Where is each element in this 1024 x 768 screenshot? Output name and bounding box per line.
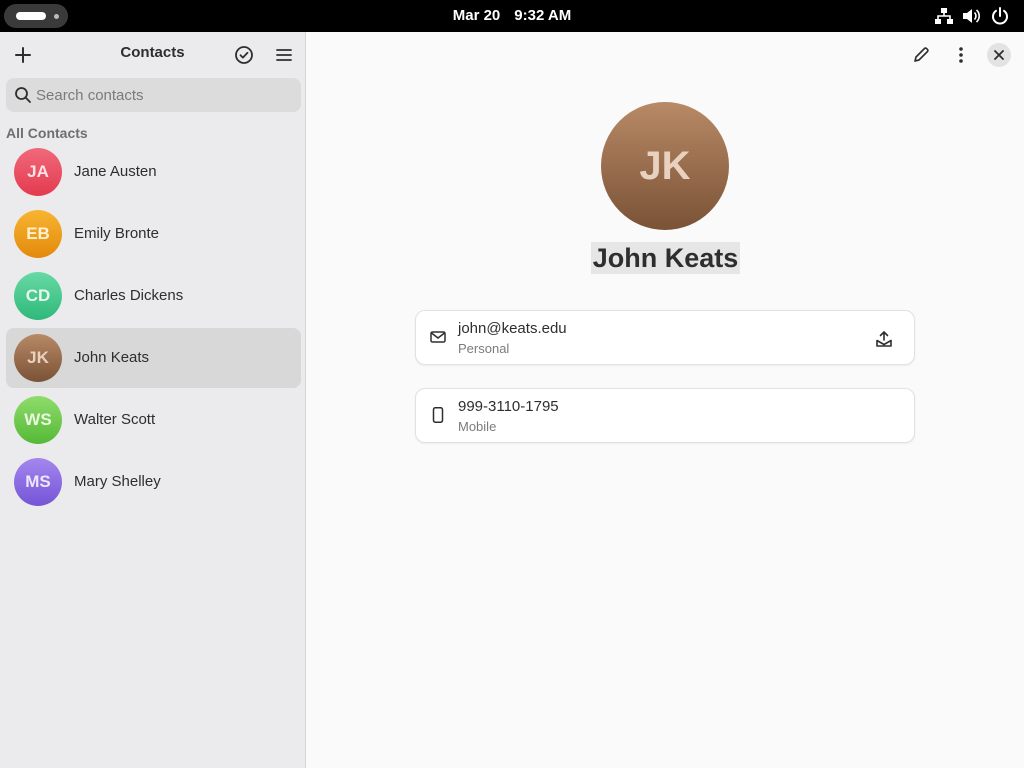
contact-row-emily-bronte[interactable]: EB Emily Bronte [6,204,301,264]
send-email-button[interactable] [872,327,896,351]
email-detail-card[interactable]: john@keats.edu Personal [415,310,915,365]
contact-avatar: MS [14,458,62,506]
volume-icon[interactable] [961,6,981,26]
clock[interactable]: Mar 20 9:32 AM [0,0,1024,32]
contact-avatar-large: JK [601,102,729,230]
contacts-sidebar: Contacts All Contacts JAJane AustenEBEmi… [0,32,306,768]
more-options-button[interactable] [944,38,978,72]
check-circle-icon [235,46,253,64]
contact-name: John Keats [74,349,150,366]
select-mode-button[interactable] [227,38,261,72]
top-bar: Mar 20 9:32 AM [0,0,1024,32]
contact-row-walter-scott[interactable]: WS Walter Scott [6,390,301,450]
close-button[interactable] [987,43,1011,67]
clock-date: Mar 20 [452,7,501,24]
contact-row-john-keats[interactable]: JK John Keats [6,328,301,388]
contact-details-pane: JK John Keats john@keats.edu Personal 99… [307,32,1024,768]
contact-row-charles-dickens[interactable]: CD Charles Dickens [6,266,301,326]
contact-name-heading[interactable]: John Keats [307,242,1024,274]
contact-avatar: WS [14,396,62,444]
phone-type-label: Mobile [458,419,497,434]
contact-avatar: CD [14,272,62,320]
email-type-label: Personal [458,341,510,356]
mail-icon [430,331,446,343]
contact-avatar: JA [14,148,62,196]
close-icon [994,50,1004,60]
send-icon [876,331,892,347]
contact-list: JA Jane Austen EB Emily Bronte CD Charles Dic… [6,142,301,514]
phone-detail-card[interactable]: 999-3110-1795 Mobile [415,388,915,443]
contact-name: Walter Scott [74,411,156,428]
contact-avatar: EB [14,210,62,258]
vertical-dots-icon [959,47,963,63]
clock-time: 9:32 AM [514,7,572,24]
search-icon [15,87,31,103]
edit-contact-button[interactable] [904,38,938,72]
contact-name: Charles Dickens [74,287,184,304]
email-value[interactable]: john@keats.edu [458,320,567,337]
search-input[interactable] [36,78,291,112]
contact-row-mary-shelley[interactable]: MS Mary Shelley [6,452,301,512]
power-icon[interactable] [990,6,1010,26]
contact-name-text: John Keats [590,242,741,274]
contact-name: Emily Bronte [74,225,160,242]
contact-name: Mary Shelley [74,473,161,490]
contact-row-jane-austen[interactable]: JA Jane Austen [6,142,301,202]
section-label: All Contacts [6,125,88,141]
main-menu-button[interactable] [267,38,301,72]
pencil-icon [914,47,929,62]
phone-value[interactable]: 999-3110-1795 [458,398,559,415]
network-icon[interactable] [934,6,954,26]
search-box[interactable] [6,78,301,112]
contact-name: Jane Austen [74,163,157,180]
phone-icon [432,407,444,423]
contact-avatar: JK [14,334,62,382]
hamburger-menu-icon [276,49,292,61]
